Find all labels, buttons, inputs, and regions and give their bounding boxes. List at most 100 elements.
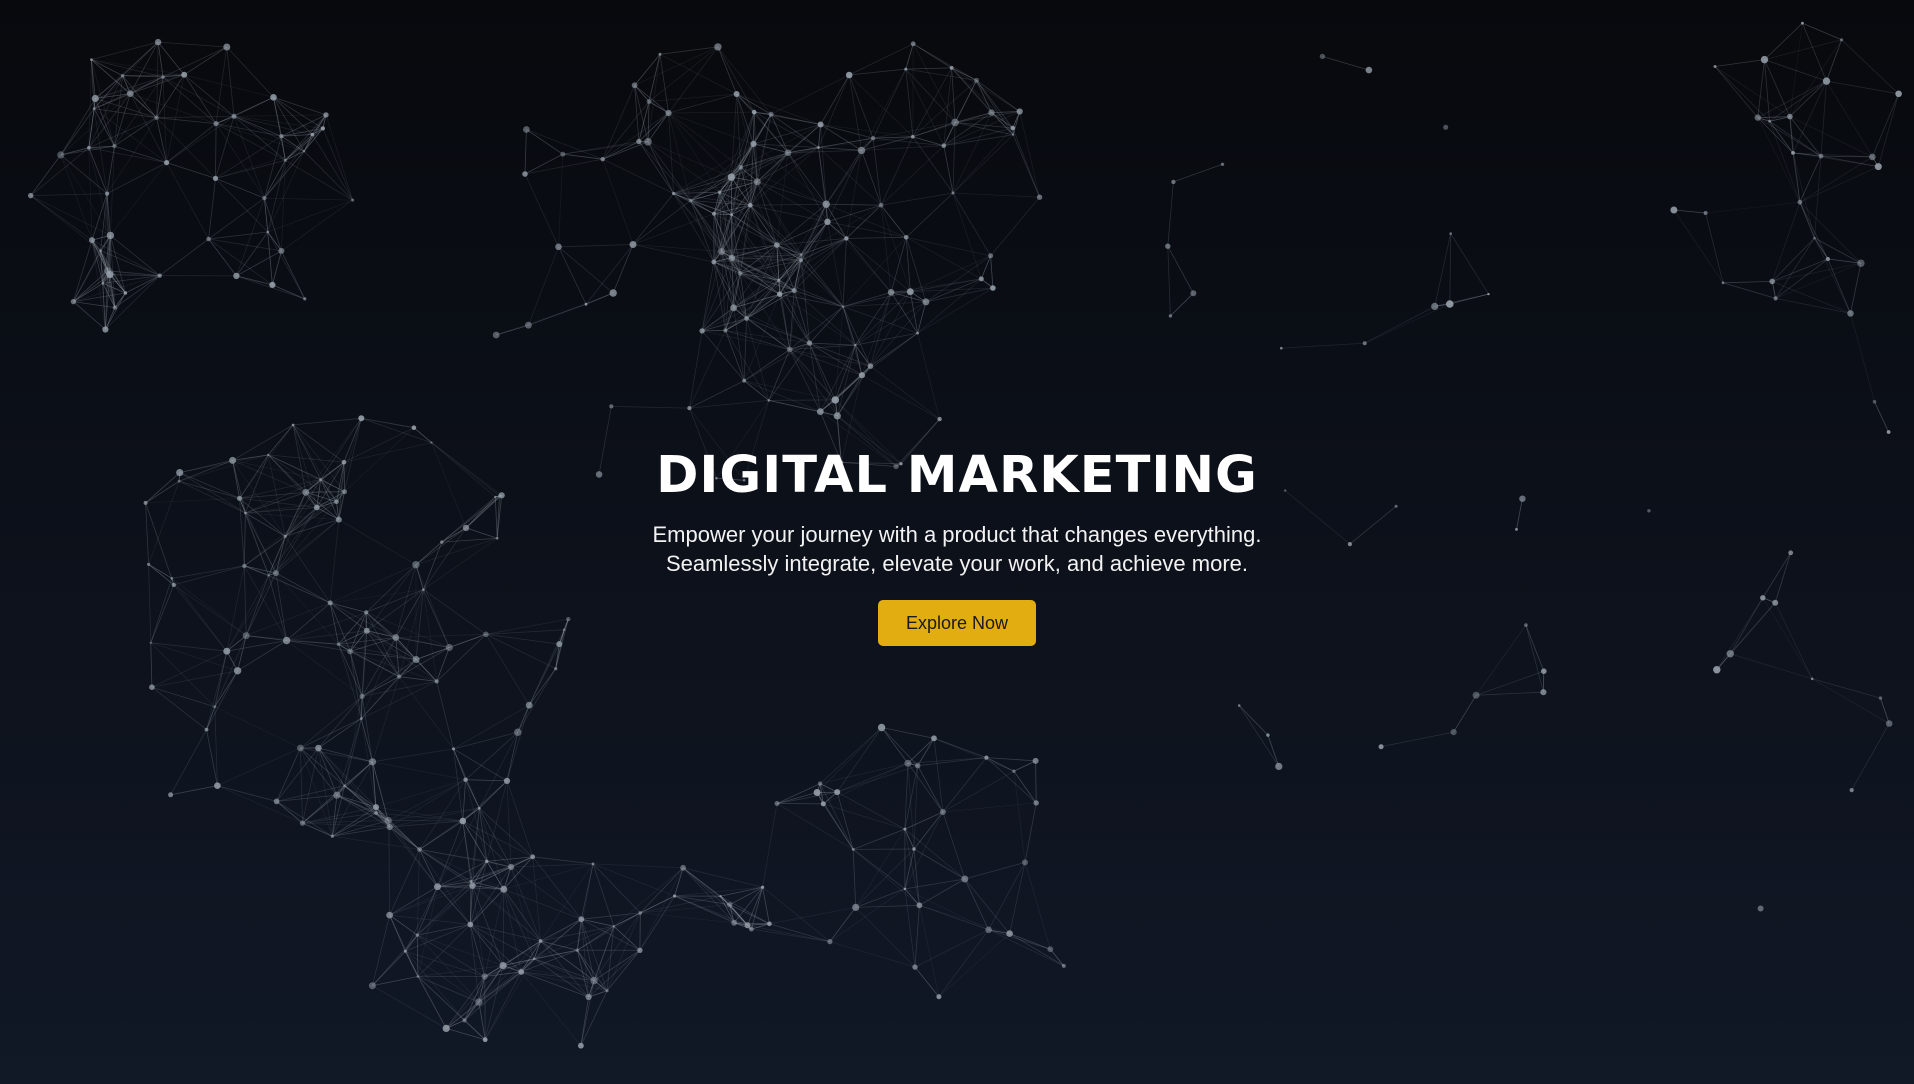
network-node bbox=[1726, 650, 1735, 658]
network-link bbox=[743, 318, 747, 381]
network-node bbox=[291, 423, 295, 427]
network-link bbox=[88, 147, 108, 194]
network-node bbox=[1878, 696, 1883, 700]
network-link bbox=[110, 235, 161, 276]
network-link bbox=[484, 958, 535, 1040]
network-node bbox=[459, 817, 467, 825]
network-node bbox=[984, 755, 989, 760]
network-node bbox=[672, 191, 676, 196]
network-link bbox=[905, 237, 911, 292]
network-link bbox=[166, 123, 217, 163]
network-node bbox=[1275, 762, 1283, 771]
network-link bbox=[592, 863, 684, 869]
network-link bbox=[880, 205, 892, 293]
network-node bbox=[538, 939, 543, 943]
network-link bbox=[809, 342, 856, 346]
network-link bbox=[217, 785, 303, 824]
network-node bbox=[1450, 729, 1457, 736]
network-node bbox=[912, 964, 918, 970]
network-node bbox=[126, 90, 134, 97]
network-link bbox=[470, 808, 480, 882]
network-link bbox=[762, 803, 778, 888]
network-link bbox=[484, 965, 504, 1040]
network-link bbox=[1009, 933, 1065, 967]
network-node bbox=[416, 975, 420, 978]
network-link bbox=[846, 236, 907, 239]
network-node bbox=[590, 976, 598, 985]
network-link bbox=[1850, 263, 1862, 314]
network-link bbox=[907, 763, 915, 850]
network-link bbox=[1009, 933, 1051, 950]
network-node bbox=[817, 781, 823, 786]
network-link bbox=[837, 762, 909, 793]
network-node bbox=[748, 202, 753, 208]
network-link bbox=[917, 287, 994, 334]
network-link bbox=[465, 779, 488, 862]
network-node bbox=[1431, 302, 1439, 310]
network-link bbox=[208, 238, 273, 286]
network-node bbox=[1840, 38, 1844, 42]
network-link bbox=[506, 780, 512, 868]
network-link bbox=[744, 342, 810, 382]
network-node bbox=[1266, 733, 1270, 737]
network-node bbox=[478, 806, 481, 810]
network-node bbox=[106, 231, 115, 240]
network-link bbox=[638, 141, 674, 194]
network-link bbox=[170, 785, 218, 796]
network-link bbox=[214, 670, 238, 708]
explore-now-button[interactable]: Explore Now bbox=[878, 600, 1036, 646]
network-link bbox=[848, 74, 862, 151]
network-node bbox=[1822, 77, 1831, 85]
network-link bbox=[388, 820, 463, 822]
network-link bbox=[30, 154, 62, 196]
network-node bbox=[631, 82, 638, 89]
network-link bbox=[820, 124, 913, 138]
network-node bbox=[206, 236, 211, 242]
network-link bbox=[1714, 59, 1765, 67]
network-link bbox=[881, 727, 909, 764]
network-link bbox=[208, 231, 268, 240]
network-node bbox=[1443, 124, 1449, 130]
network-node bbox=[824, 218, 831, 225]
network-link bbox=[528, 246, 559, 326]
network-node bbox=[806, 340, 813, 346]
network-node bbox=[922, 298, 930, 306]
network-link bbox=[233, 96, 274, 117]
network-node bbox=[834, 789, 841, 796]
network-link bbox=[336, 794, 390, 828]
network-link bbox=[462, 779, 466, 822]
network-link bbox=[233, 114, 327, 117]
network-link bbox=[952, 192, 991, 257]
network-node bbox=[941, 143, 947, 148]
network-link bbox=[236, 231, 269, 277]
network-link bbox=[823, 803, 906, 830]
network-link bbox=[913, 765, 919, 850]
network-node bbox=[844, 236, 849, 241]
network-link bbox=[689, 400, 769, 409]
network-node bbox=[1012, 133, 1015, 136]
network-link bbox=[819, 727, 882, 784]
network-link bbox=[1170, 293, 1194, 317]
network-link bbox=[293, 417, 362, 426]
network-link bbox=[842, 306, 918, 334]
network-node bbox=[985, 926, 992, 934]
network-node bbox=[1810, 677, 1814, 681]
network-link bbox=[986, 757, 1015, 772]
network-link bbox=[372, 915, 390, 986]
network-link bbox=[1167, 246, 1194, 294]
network-node bbox=[299, 820, 306, 826]
network-link bbox=[1814, 237, 1829, 260]
network-node bbox=[1016, 108, 1023, 115]
network-link bbox=[226, 46, 274, 98]
network-link bbox=[855, 291, 911, 346]
network-node bbox=[434, 679, 439, 684]
network-link bbox=[281, 250, 306, 300]
network-link bbox=[647, 141, 720, 193]
network-node bbox=[303, 297, 307, 301]
network-link bbox=[674, 895, 748, 926]
network-link bbox=[183, 74, 217, 124]
network-link bbox=[881, 727, 935, 739]
network-link bbox=[1775, 262, 1862, 299]
network-link bbox=[1449, 293, 1489, 305]
network-node bbox=[273, 798, 280, 805]
